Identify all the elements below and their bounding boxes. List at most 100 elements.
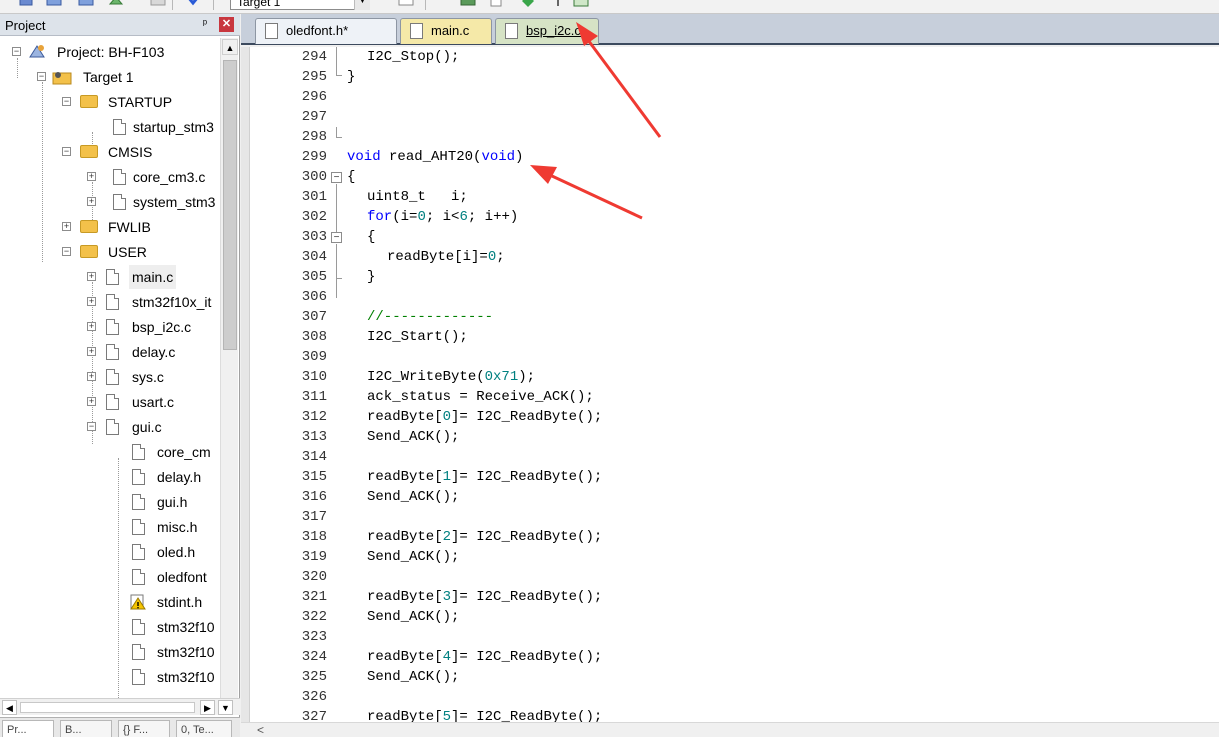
folder-open-icon bbox=[80, 145, 98, 158]
toolbar-image-icon[interactable] bbox=[573, 0, 589, 8]
toolbar-pin-icon[interactable] bbox=[550, 0, 566, 8]
project-tree: − Project: BH-F103 − Target 1 − STARTUP … bbox=[0, 38, 220, 706]
tree-header-item[interactable]: stm32f10 bbox=[0, 640, 220, 664]
tree-header-item[interactable]: stdint.h bbox=[0, 590, 220, 614]
expand-icon[interactable]: + bbox=[87, 347, 96, 356]
toolbar-green-diamond-icon[interactable] bbox=[520, 0, 536, 8]
tree-header-item[interactable]: misc.h bbox=[0, 515, 220, 539]
tree-header-item[interactable]: core_cm bbox=[0, 440, 220, 464]
collapse-icon[interactable]: − bbox=[62, 97, 71, 106]
code-line: Send_ACK(); bbox=[367, 609, 460, 625]
tree-header-item[interactable]: stm32f10 bbox=[0, 665, 220, 689]
tree-item-project[interactable]: − Project: BH-F103 bbox=[0, 40, 220, 64]
chevron-down-icon[interactable]: ▼ bbox=[354, 0, 370, 10]
tree-group-user[interactable]: − USER bbox=[0, 240, 220, 264]
scroll-left-icon[interactable]: < bbox=[257, 723, 271, 737]
toolbar-manage-icon[interactable] bbox=[460, 0, 476, 8]
tab-project[interactable]: Pr... bbox=[2, 720, 54, 737]
tree-file-item[interactable]: + usart.c bbox=[0, 390, 220, 414]
collapse-icon[interactable]: − bbox=[62, 247, 71, 256]
file-icon bbox=[132, 669, 145, 685]
toolbar-download-icon[interactable] bbox=[185, 0, 201, 8]
fold-collapse-icon[interactable]: − bbox=[331, 232, 342, 243]
toolbar-options-icon[interactable] bbox=[398, 0, 414, 8]
line-number: 299 bbox=[301, 149, 327, 165]
tree-file-item[interactable]: + bsp_i2c.c bbox=[0, 315, 220, 339]
scroll-thumb[interactable] bbox=[20, 702, 195, 713]
code-line: I2C_WriteByte(0x71); bbox=[367, 369, 536, 385]
expand-icon[interactable]: + bbox=[87, 172, 96, 181]
tab-templates[interactable]: 0, Te... bbox=[176, 720, 232, 737]
scroll-right-icon[interactable]: ▶ bbox=[200, 700, 215, 715]
toolbar-icon-5[interactable] bbox=[150, 0, 166, 8]
scroll-down-icon[interactable]: ▼ bbox=[218, 700, 233, 715]
tree-vertical-scrollbar[interactable]: ▲ bbox=[220, 38, 238, 706]
scroll-thumb[interactable] bbox=[223, 60, 237, 350]
line-number: 303 bbox=[301, 229, 327, 245]
code-line: readByte[4]= I2C_ReadByte(); bbox=[367, 649, 603, 665]
fold-guide bbox=[336, 127, 337, 137]
scroll-up-icon[interactable]: ▲ bbox=[222, 39, 238, 55]
toolbar-icon-3[interactable] bbox=[78, 0, 94, 8]
tree-header-item[interactable]: delay.h bbox=[0, 465, 220, 489]
tree-horizontal-scrollbar[interactable]: ◀ ▶ ▼ bbox=[0, 698, 240, 715]
tree-group-cmsis[interactable]: − CMSIS bbox=[0, 140, 220, 164]
collapse-icon[interactable]: − bbox=[62, 147, 71, 156]
tree-header-item[interactable]: stm32f10 bbox=[0, 615, 220, 639]
code-line: I2C_Start(); bbox=[367, 329, 468, 345]
expand-icon[interactable]: + bbox=[87, 272, 96, 281]
tree-label: stm32f10 bbox=[157, 644, 215, 660]
file-icon bbox=[132, 569, 145, 585]
tab-main-c[interactable]: main.c bbox=[400, 18, 492, 44]
line-number: 312 bbox=[301, 409, 327, 425]
tree-item-target[interactable]: − Target 1 bbox=[0, 65, 220, 89]
toolbar-file-icon[interactable] bbox=[488, 0, 504, 8]
tree-file-item[interactable]: + system_stm3 bbox=[0, 190, 220, 214]
tree-header-item[interactable]: oledfont bbox=[0, 565, 220, 589]
expand-icon[interactable]: + bbox=[87, 397, 96, 406]
pin-icon[interactable]: ᵖ bbox=[198, 17, 212, 31]
code-line: } bbox=[347, 69, 356, 85]
tab-books[interactable]: B... bbox=[60, 720, 112, 737]
expand-icon[interactable]: + bbox=[87, 372, 96, 381]
line-number: 297 bbox=[301, 109, 327, 125]
expand-icon[interactable]: + bbox=[87, 322, 96, 331]
toolbar-icon-4[interactable] bbox=[108, 0, 124, 8]
line-number: 309 bbox=[301, 349, 327, 365]
collapse-icon[interactable]: − bbox=[37, 72, 46, 81]
collapse-icon[interactable]: − bbox=[12, 47, 21, 56]
tree-file-item[interactable]: startup_stm3 bbox=[0, 115, 220, 139]
toolbar-icon-2[interactable] bbox=[46, 0, 62, 8]
tree-file-item[interactable]: + sys.c bbox=[0, 365, 220, 389]
tree-header-item[interactable]: oled.h bbox=[0, 540, 220, 564]
tree-group-fwlib[interactable]: + FWLIB bbox=[0, 215, 220, 239]
tab-bsp-i2c-c[interactable]: bsp_i2c.c bbox=[495, 18, 599, 44]
target-select[interactable]: Target 1 bbox=[230, 0, 370, 10]
tab-functions[interactable]: {} F... bbox=[118, 720, 170, 737]
tree-file-item[interactable]: + core_cm3.c bbox=[0, 165, 220, 189]
tree-header-item[interactable]: gui.h bbox=[0, 490, 220, 514]
expand-icon[interactable]: + bbox=[87, 197, 96, 206]
tree-file-item[interactable]: + main.c bbox=[0, 265, 220, 289]
tree-file-item[interactable]: − gui.c bbox=[0, 415, 220, 439]
toolbar-icon-1[interactable] bbox=[18, 0, 34, 8]
code-editor[interactable]: 294 295 296 297 298 299 300 301 302 303 … bbox=[241, 47, 1219, 722]
tree-group-startup[interactable]: − STARTUP bbox=[0, 90, 220, 114]
tree-file-item[interactable]: + stm32f10x_it bbox=[0, 290, 220, 314]
fold-collapse-icon[interactable]: − bbox=[331, 172, 342, 183]
scroll-left-icon[interactable]: ◀ bbox=[2, 700, 17, 715]
editor-horizontal-scrollbar[interactable]: < bbox=[241, 722, 1219, 737]
fold-guide bbox=[336, 244, 337, 278]
code-line: ack_status = Receive_ACK(); bbox=[367, 389, 594, 405]
expand-icon[interactable]: + bbox=[87, 297, 96, 306]
tree-label: stm32f10x_it bbox=[132, 294, 212, 310]
collapse-icon[interactable]: − bbox=[87, 422, 96, 431]
warning-icon bbox=[130, 594, 146, 610]
expand-icon[interactable]: + bbox=[62, 222, 71, 231]
line-number: 326 bbox=[301, 689, 327, 705]
code-area[interactable]: I2C_Stop(); } void read_AHT20(void) { ui… bbox=[347, 47, 1217, 722]
tree-file-item[interactable]: + delay.c bbox=[0, 340, 220, 364]
close-icon[interactable]: ✕ bbox=[219, 17, 234, 32]
tab-oledfont-h[interactable]: oledfont.h* bbox=[255, 18, 397, 44]
tree-label: gui.c bbox=[132, 419, 162, 435]
